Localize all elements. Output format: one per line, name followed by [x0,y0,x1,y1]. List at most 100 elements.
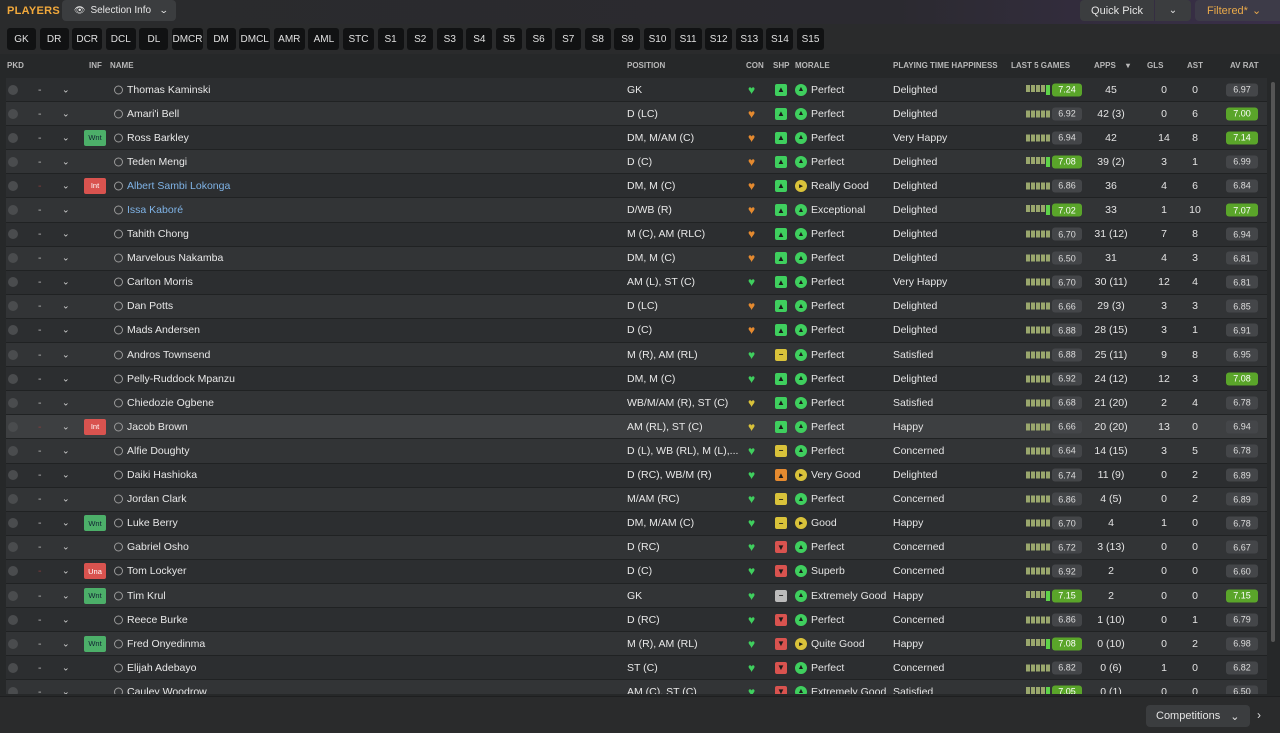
competitions-button[interactable]: Competitions ⌄ [1146,705,1250,727]
pick-toggle[interactable] [8,686,18,694]
table-row[interactable]: - ⌄ Cauley Woodrow AM (C), ST (C) ♥ ▼ ▲ Extreme… [6,680,1267,694]
pick-toggle[interactable] [8,301,18,312]
table-row[interactable]: - ⌄ Andros Townsend M (R), AM (RL) ♥ − ▲ Perfec… [6,343,1267,368]
pick-toggle[interactable] [8,397,18,408]
chevron-right-icon[interactable]: › [1257,708,1261,722]
table-row[interactable]: - ⌄ Teden Mengi D (C) ♥ ▲ ▲ Perfect Delighted 7.0… [6,150,1267,175]
pick-toggle[interactable] [8,84,18,95]
position-filter-s11[interactable]: S11 [674,28,702,50]
chevron-down-icon[interactable]: ⌄ [62,325,70,336]
chevron-down-icon[interactable]: ⌄ [62,205,70,216]
pick-toggle[interactable] [8,638,18,649]
player-name[interactable]: Jacob Brown [127,421,188,433]
chevron-down-icon[interactable]: ⌄ [62,373,70,384]
chevron-down-icon[interactable]: ⌄ [62,638,70,649]
position-filter-stc[interactable]: STC [343,28,374,50]
player-name[interactable]: Gabriel Osho [127,541,189,553]
player-name[interactable]: Amari'i Bell [127,108,179,120]
pick-toggle[interactable] [8,108,18,119]
position-filter-dmcr[interactable]: DMCR [172,28,203,50]
col-avrat[interactable]: AV RAT [1230,61,1259,70]
position-filter-s9[interactable]: S9 [614,28,641,50]
chevron-down-icon[interactable]: ⌄ [62,566,70,577]
table-row[interactable]: - ⌄ Dan Potts D (LC) ♥ ▲ ▲ Perfect Delighted 6.66… [6,294,1267,319]
player-name[interactable]: Mads Andersen [127,324,200,336]
position-filter-dcl[interactable]: DCL [105,28,136,50]
col-last5[interactable]: LAST 5 GAMES [1011,61,1070,70]
player-name[interactable]: Andros Townsend [127,349,210,361]
pick-toggle[interactable] [8,132,18,143]
col-name[interactable]: NAME [110,61,134,70]
col-apps[interactable]: APPS [1094,61,1116,70]
pick-toggle[interactable] [8,156,18,167]
player-name[interactable]: Pelly-Ruddock Mpanzu [127,373,235,385]
pick-toggle[interactable] [8,518,18,529]
position-filter-s15[interactable]: S15 [797,28,824,50]
position-filter-dr[interactable]: DR [39,28,69,50]
position-filter-amr[interactable]: AMR [273,28,305,50]
player-name[interactable]: Chiedozie Ogbene [127,397,214,409]
chevron-down-icon[interactable]: ⌄ [62,253,70,264]
table-row[interactable]: - ⌄ Wnt Ross Barkley DM, M/AM (C) ♥ ▲ ▲ Perfect V… [6,126,1267,151]
pick-toggle[interactable] [8,421,18,432]
table-row[interactable]: - ⌄ Gabriel Osho D (RC) ♥ ▼ ▲ Perfect Concerned 6… [6,535,1267,560]
player-name[interactable]: Marvelous Nakamba [127,252,223,264]
player-name[interactable]: Daiki Hashioka [127,469,197,481]
position-filter-s8[interactable]: S8 [584,28,611,50]
pick-toggle[interactable] [8,590,18,601]
player-name[interactable]: Ross Barkley [127,132,189,144]
position-filter-s6[interactable]: S6 [525,28,552,50]
player-name[interactable]: Teden Mengi [127,156,187,168]
table-row[interactable]: - ⌄ Amari'i Bell D (LC) ♥ ▲ ▲ Perfect Delighted 6… [6,102,1267,127]
filter-button[interactable]: Filtered* ⌄ [1195,0,1280,21]
position-filter-gk[interactable]: GK [7,28,36,50]
col-morale[interactable]: MORALE [795,61,830,70]
table-row[interactable]: - ⌄ Chiedozie Ogbene WB/M/AM (R), ST (C) ♥ ▲ ▲… [6,391,1267,416]
col-inf[interactable]: INF [89,61,102,70]
player-name[interactable]: Fred Onyedinma [127,638,205,650]
table-row[interactable]: - ⌄ Pelly-Ruddock Mpanzu DM, M (C) ♥ ▲ ▲ Perfec… [6,367,1267,392]
table-row[interactable]: - ⌄ Wnt Tim Krul GK ♥ − ▲ Extremely Good Happy 7.1… [6,583,1267,609]
player-name[interactable]: Alfie Doughty [127,445,189,457]
chevron-down-icon[interactable]: ⌄ [62,590,70,601]
chevron-down-icon[interactable]: ⌄ [62,397,70,408]
player-name[interactable]: Elijah Adebayo [127,662,196,674]
player-name[interactable]: Dan Potts [127,300,173,312]
table-row[interactable]: - ⌄ Daiki Hashioka D (RC), WB/M (R) ♥ ▲ ▸ Very … [6,463,1267,488]
chevron-down-icon[interactable]: ⌄ [62,132,70,143]
table-row[interactable]: - ⌄ Int Jacob Brown AM (RL), ST (C) ♥ ▲ ▲ Perfec… [6,415,1267,440]
table-row[interactable]: - ⌄ Wnt Fred Onyedinma M (R), AM (RL) ♥ ▼ ▸ Quit… [6,632,1267,657]
pick-toggle[interactable] [8,205,18,216]
table-row[interactable]: - ⌄ Marvelous Nakamba DM, M (C) ♥ ▲ ▲ Perfect De… [6,246,1267,271]
chevron-down-icon[interactable]: ⌄ [62,518,70,529]
position-filter-s13[interactable]: S13 [735,28,763,50]
table-row[interactable]: - ⌄ Wnt Luke Berry DM, M/AM (C) ♥ − ▸ Good Happy 6… [6,511,1267,536]
col-gls[interactable]: GLS [1147,61,1163,70]
pick-toggle[interactable] [8,614,18,625]
table-row[interactable]: - ⌄ Mads Andersen D (C) ♥ ▲ ▲ Perfect Delighted 6… [6,318,1267,344]
position-filter-dl[interactable]: DL [139,28,169,50]
col-pkd[interactable]: PKD [7,61,24,70]
pick-toggle[interactable] [8,349,18,360]
position-filter-s2[interactable]: S2 [407,28,434,50]
position-filter-dcr[interactable]: DCR [72,28,103,50]
chevron-down-icon[interactable]: ⌄ [62,470,70,481]
position-filter-s10[interactable]: S10 [644,28,671,50]
player-name[interactable]: Tim Krul [127,590,166,602]
player-name[interactable]: Luke Berry [127,517,178,529]
table-row[interactable]: - ⌄ Reece Burke D (RC) ♥ ▼ ▲ Perfect Concerned 6.… [6,608,1267,633]
chevron-down-icon[interactable]: ⌄ [62,229,70,240]
col-con[interactable]: CON [746,61,764,70]
pick-toggle[interactable] [8,542,18,553]
chevron-down-icon[interactable]: ⌄ [62,277,70,288]
chevron-down-icon[interactable]: ⌄ [62,542,70,553]
chevron-down-icon[interactable]: ⌄ [62,180,70,191]
table-row[interactable]: - ⌄ Thomas Kaminski GK ♥ ▲ ▲ Perfect Delighted 7.… [6,78,1267,103]
chevron-down-icon[interactable]: ⌄ [62,108,70,119]
pick-toggle[interactable] [8,470,18,481]
chevron-down-icon[interactable]: ⌄ [62,156,70,167]
table-row[interactable]: - ⌄ Alfie Doughty D (L), WB (RL), M (L),...… [6,439,1267,464]
pick-toggle[interactable] [8,229,18,240]
col-ast[interactable]: AST [1187,61,1203,70]
pick-toggle[interactable] [8,325,18,336]
